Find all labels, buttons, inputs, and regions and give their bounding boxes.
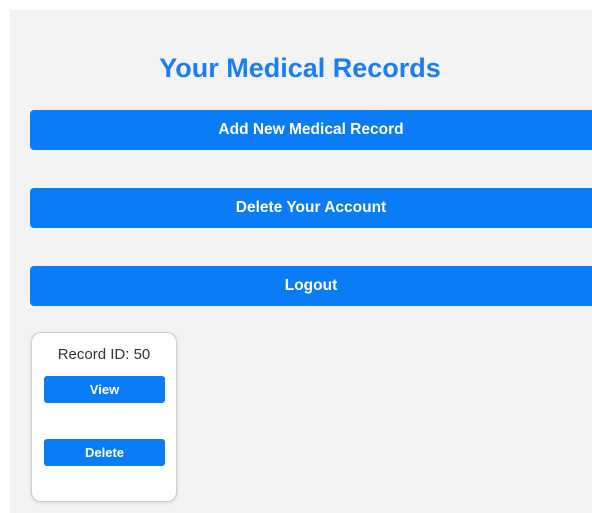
delete-record-button[interactable]: Delete: [44, 439, 165, 466]
page-title: Your Medical Records: [159, 53, 441, 83]
view-record-button[interactable]: View: [44, 376, 165, 403]
record-card: Record ID: 50 View Delete: [31, 332, 177, 502]
add-medical-record-button[interactable]: Add New Medical Record: [30, 110, 592, 150]
logout-button[interactable]: Logout: [30, 266, 592, 306]
delete-account-button[interactable]: Delete Your Account: [30, 188, 592, 228]
record-id-label: Record ID: 50: [57, 346, 151, 363]
